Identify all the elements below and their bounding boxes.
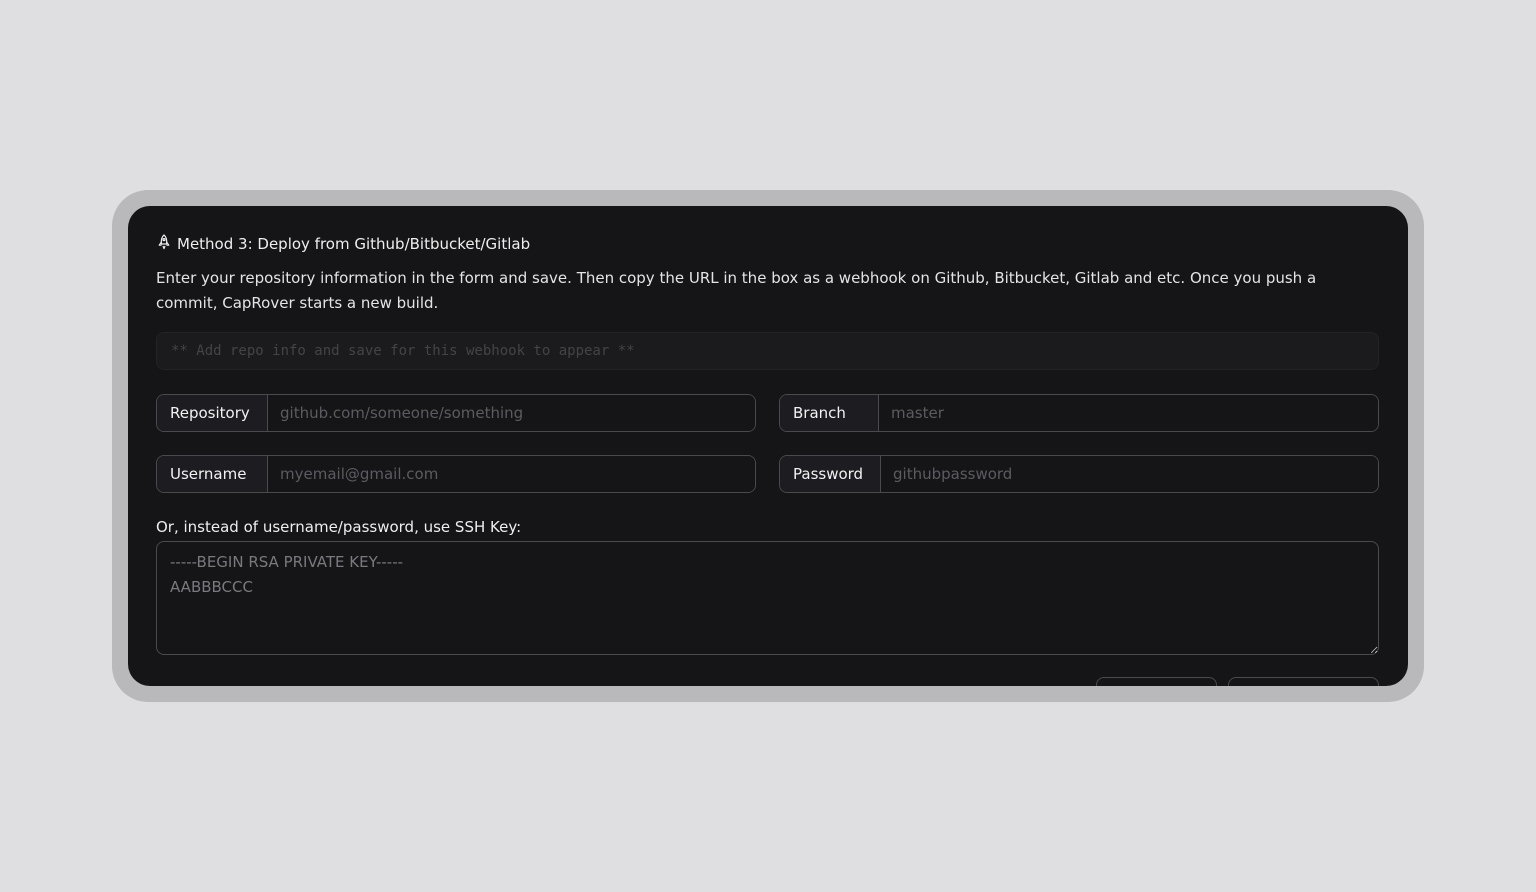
- username-input-group: Username: [156, 455, 756, 493]
- username-label: Username: [157, 456, 268, 492]
- ssh-key-label: Or, instead of username/password, use SS…: [156, 518, 522, 536]
- save-action-button[interactable]: [1228, 677, 1379, 686]
- webhook-url-box[interactable]: ** Add repo info and save for this webho…: [156, 332, 1379, 370]
- password-input[interactable]: [881, 456, 1378, 492]
- branch-input[interactable]: [879, 395, 1378, 431]
- section-title: Method 3: Deploy from Github/Bitbucket/G…: [177, 235, 531, 253]
- username-input[interactable]: [268, 456, 755, 492]
- password-label: Password: [780, 456, 881, 492]
- section-description: Enter your repository information in the…: [156, 269, 1317, 312]
- ssh-key-textarea[interactable]: [156, 541, 1379, 655]
- rocket-icon: [157, 234, 171, 254]
- repository-input[interactable]: [268, 395, 755, 431]
- repository-label: Repository: [157, 395, 268, 431]
- branch-label: Branch: [780, 395, 879, 431]
- repository-input-group: Repository: [156, 394, 756, 432]
- secondary-action-button[interactable]: [1096, 677, 1217, 686]
- deploy-method-panel: Method 3: Deploy from Github/Bitbucket/G…: [128, 206, 1408, 686]
- branch-input-group: Branch: [779, 394, 1379, 432]
- section-title-row: Method 3: Deploy from Github/Bitbucket/G…: [157, 234, 530, 254]
- password-input-group: Password: [779, 455, 1379, 493]
